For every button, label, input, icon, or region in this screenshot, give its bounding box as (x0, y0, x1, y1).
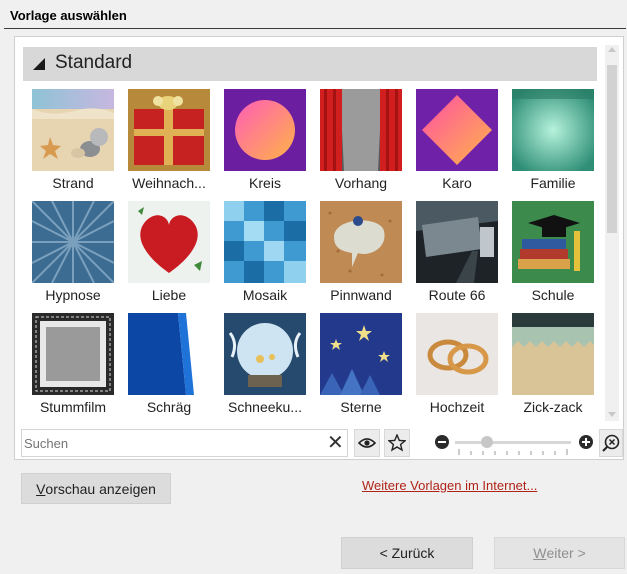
template-label: Familie (530, 175, 576, 191)
mosaic-thumbnail (224, 201, 306, 283)
beach-thumbnail (32, 89, 114, 171)
template-label: Stummfilm (39, 399, 107, 415)
template-tile-mosaik[interactable]: Mosaik (221, 201, 311, 311)
template-tile-stummfilm[interactable]: Stummfilm (29, 313, 119, 423)
template-label: Mosaik (242, 287, 288, 303)
template-tile-schule[interactable]: Schule (509, 201, 599, 311)
template-tile-kreis[interactable]: Kreis (221, 89, 311, 199)
title-divider (4, 28, 626, 29)
template-label: Zick-zack (523, 399, 583, 415)
template-tile-sterne[interactable]: Sterne (317, 313, 407, 423)
template-label: Karo (442, 175, 472, 191)
template-tile-hochzeit[interactable]: Hochzeit (413, 313, 503, 423)
template-label: Strand (52, 175, 94, 191)
template-label: Schneeku... (228, 399, 302, 415)
zoom-reset-icon[interactable] (599, 429, 623, 457)
eye-icon[interactable] (354, 429, 380, 457)
stars-thumbnail (320, 313, 402, 395)
template-tile-familie[interactable]: Familie (509, 89, 599, 199)
template-tile-strand[interactable]: Strand (29, 89, 119, 199)
zoom-out-icon[interactable] (435, 435, 449, 449)
gift-thumbnail (128, 89, 210, 171)
collapse-triangle-icon[interactable] (33, 58, 45, 70)
clear-icon[interactable]: ✕ (327, 432, 344, 452)
hypnosis-thumbnail (32, 201, 114, 283)
template-label: Liebe (151, 287, 187, 303)
template-label: Hochzeit (429, 399, 485, 415)
preview-label: orschau anzeigen (45, 480, 156, 497)
slider-ticks (458, 449, 568, 455)
silent-film-thumbnail (32, 313, 114, 395)
road-thumbnail (416, 201, 498, 283)
school-thumbnail (512, 201, 594, 283)
template-tile-schneekugel[interactable]: Schneeku... (221, 313, 311, 423)
snow-globe-thumbnail (224, 313, 306, 395)
dialog-title: Vorlage auswählen (10, 8, 127, 23)
template-tile-karo[interactable]: Karo (413, 89, 503, 199)
star-icon[interactable] (384, 429, 410, 457)
template-label: Vorhang (334, 175, 388, 191)
search-toolbar: ✕ (21, 429, 623, 457)
template-tile-route66[interactable]: Route 66 (413, 201, 503, 311)
template-tile-weihnachten[interactable]: Weihnach... (125, 89, 215, 199)
search-input[interactable] (21, 429, 348, 457)
diagonal-thumbnail (128, 313, 210, 395)
group-header-standard[interactable]: Standard (23, 47, 597, 81)
heart-thumbnail (128, 201, 210, 283)
slider-thumb[interactable] (481, 436, 493, 448)
group-title: Standard (55, 52, 133, 73)
scroll-thumb[interactable] (607, 65, 617, 233)
scroll-up-arrow-icon[interactable] (608, 47, 616, 52)
template-label: Pinnwand (330, 287, 392, 303)
curtain-thumbnail (320, 89, 402, 171)
template-label: Weihnach... (132, 175, 206, 191)
wedding-rings-thumbnail (416, 313, 498, 395)
slider-track[interactable] (455, 441, 571, 444)
next-button[interactable]: Weiter > (494, 537, 625, 569)
zigzag-thumbnail (512, 313, 594, 395)
template-tile-pinnwand[interactable]: Pinnwand (317, 201, 407, 311)
back-button[interactable]: < Zurück (341, 537, 473, 569)
family-thumbnail (512, 89, 594, 171)
template-label: Sterne (340, 399, 382, 415)
diamond-thumbnail (416, 89, 498, 171)
template-tile-vorhang[interactable]: Vorhang (317, 89, 407, 199)
preview-accelerator: V (36, 480, 46, 497)
template-label: Kreis (249, 175, 281, 191)
template-tile-zickzack[interactable]: Zick-zack (509, 313, 599, 423)
template-label: Hypnose (45, 287, 101, 303)
template-label: Route 66 (428, 287, 486, 303)
preview-button[interactable]: Vorschau anzeigen (21, 473, 171, 504)
circle-thumbnail (224, 89, 306, 171)
next-accelerator: W (533, 545, 547, 561)
template-tile-hypnose[interactable]: Hypnose (29, 201, 119, 311)
pinboard-thumbnail (320, 201, 402, 283)
template-label: Schule (531, 287, 575, 303)
template-tile-schraeg[interactable]: Schräg (125, 313, 215, 423)
gallery-scrollbar[interactable] (605, 45, 619, 421)
zoom-in-icon[interactable] (579, 435, 593, 449)
template-label: Schräg (146, 399, 192, 415)
template-tile-liebe[interactable]: Liebe (125, 201, 215, 311)
next-label: eiter > (546, 545, 586, 561)
zoom-slider[interactable] (433, 429, 595, 457)
more-templates-link[interactable]: Weitere Vorlagen im Internet... (362, 478, 537, 493)
template-gallery: Standard Strand Weihnach... Kreis Vorhan… (14, 36, 624, 460)
scroll-down-arrow-icon[interactable] (608, 412, 616, 417)
